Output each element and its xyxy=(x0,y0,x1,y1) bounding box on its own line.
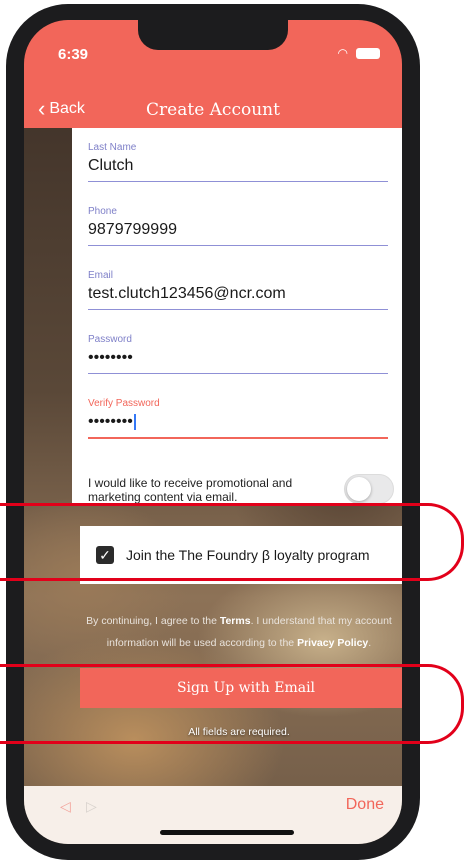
phone-label: Phone xyxy=(88,206,117,217)
last-name-input[interactable]: Clutch xyxy=(88,157,388,175)
wifi-icon: ◠ xyxy=(337,46,348,60)
email-label: Email xyxy=(88,270,114,281)
phone-field[interactable]: Phone 9879799999 xyxy=(88,206,388,246)
promo-opt-in-label: I would like to receive promotional and … xyxy=(88,476,293,504)
legal-text: By continuing, I agree to the Terms. I u… xyxy=(64,610,402,654)
email-field[interactable]: Email test.clutch123456@ncr.com xyxy=(88,270,388,310)
checkmark-icon: ✓ xyxy=(99,546,111,563)
email-underline xyxy=(88,309,388,310)
loyalty-checkbox[interactable]: ✓ xyxy=(96,546,114,564)
terms-link[interactable]: Terms xyxy=(220,615,251,627)
page-title: Create Account xyxy=(146,100,280,120)
status-time: 6:39 xyxy=(58,46,89,63)
last-name-field[interactable]: Last Name Clutch xyxy=(88,142,388,182)
verify-password-underline xyxy=(88,437,388,439)
loyalty-program-row[interactable]: ✓ Join the The Foundry β loyalty program xyxy=(80,526,402,584)
last-name-label: Last Name xyxy=(88,142,137,153)
form-card: Last Name Clutch Phone 9879799999 Email … xyxy=(72,128,402,504)
toggle-knob xyxy=(347,477,371,501)
sign-up-with-email-button[interactable]: Sign Up with Email xyxy=(80,668,402,708)
screen: 6:39 ◠ ‹ Back Create Account Last Name C… xyxy=(24,20,402,844)
password-input[interactable]: •••••••• xyxy=(88,349,388,367)
done-button[interactable]: Done xyxy=(346,796,384,814)
verify-password-value: •••••••• xyxy=(88,413,133,430)
notch xyxy=(138,20,288,50)
verify-password-field[interactable]: Verify Password •••••••• xyxy=(88,398,388,439)
password-field[interactable]: Password •••••••• xyxy=(88,334,388,374)
password-label: Password xyxy=(88,334,132,345)
previous-field-icon[interactable]: ◁ xyxy=(60,798,71,815)
phone-input[interactable]: 9879799999 xyxy=(88,221,388,239)
keyboard-accessory-bar: ◁ ▷ Done xyxy=(24,786,402,844)
last-name-underline xyxy=(88,181,388,182)
phone-frame: 6:39 ◠ ‹ Back Create Account Last Name C… xyxy=(6,4,420,860)
loyalty-label: Join the The Foundry β loyalty program xyxy=(126,547,370,563)
verify-password-input[interactable]: •••••••• xyxy=(88,413,388,431)
home-indicator xyxy=(160,830,294,835)
phone-underline xyxy=(88,245,388,246)
required-note: All fields are required. xyxy=(188,726,290,738)
battery-icon xyxy=(356,47,380,59)
password-underline xyxy=(88,373,388,374)
legal-suffix: . xyxy=(368,637,372,649)
email-input[interactable]: test.clutch123456@ncr.com xyxy=(88,285,388,303)
promo-opt-in-toggle[interactable] xyxy=(344,474,394,504)
next-field-icon[interactable]: ▷ xyxy=(86,798,97,815)
text-cursor xyxy=(133,413,136,430)
status-icons: ◠ xyxy=(338,46,380,60)
verify-password-label: Verify Password xyxy=(88,398,160,409)
legal-prefix: By continuing, I agree to the xyxy=(86,615,220,627)
privacy-policy-link[interactable]: Privacy Policy xyxy=(297,637,368,649)
